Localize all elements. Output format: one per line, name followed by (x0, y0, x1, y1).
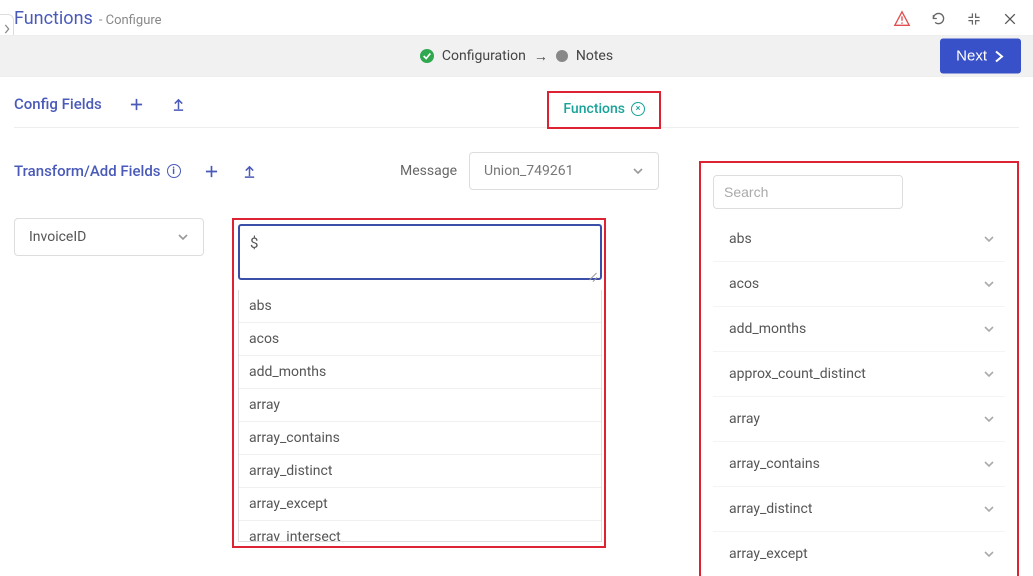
autocomplete-item[interactable]: array_contains (239, 422, 601, 455)
function-item[interactable]: array_distinct (713, 486, 1005, 531)
step-configuration-label[interactable]: Configuration (442, 48, 526, 64)
next-button-label: Next (956, 48, 987, 65)
function-item-label: add_months (729, 321, 806, 337)
expression-editor-highlight: absacosadd_monthsarrayarray_containsarra… (232, 218, 606, 548)
function-item[interactable]: add_months (713, 306, 1005, 351)
info-icon[interactable]: i (167, 164, 181, 178)
function-item[interactable]: approx_count_distinct (713, 351, 1005, 396)
step-arrow: → (534, 48, 548, 65)
step-notes-label[interactable]: Notes (576, 48, 613, 64)
field-select-value: InvoiceID (29, 229, 86, 245)
window-subtitle: - Configure (99, 13, 162, 28)
chevron-down-icon (983, 233, 995, 245)
close-icon[interactable] (1001, 10, 1019, 28)
add-transform-field-icon[interactable] (205, 164, 219, 178)
function-item-label: abs (729, 231, 752, 247)
function-item-label: array_except (729, 546, 808, 562)
field-select[interactable]: InvoiceID (14, 218, 204, 256)
collapse-icon[interactable] (965, 10, 983, 28)
chevron-down-icon (983, 503, 995, 515)
function-item[interactable]: acos (713, 261, 1005, 306)
function-item-label: acos (729, 276, 759, 292)
functions-tab[interactable]: Functions × (547, 91, 661, 129)
chevron-down-icon (983, 413, 995, 425)
autocomplete-list[interactable]: absacosadd_monthsarrayarray_containsarra… (238, 290, 602, 542)
step-bar: Configuration → Notes Next (0, 35, 1033, 77)
function-item-label: array_contains (729, 456, 820, 472)
titlebar: Functions - Configure (0, 0, 1033, 35)
expression-input[interactable] (238, 224, 602, 280)
config-fields-title: Config Fields (14, 95, 102, 113)
chevron-down-icon (983, 548, 995, 560)
autocomplete-item[interactable]: array_distinct (239, 455, 601, 488)
autocomplete-item[interactable]: acos (239, 323, 601, 356)
autocomplete-item[interactable]: abs (239, 290, 601, 323)
function-item-label: array (729, 411, 760, 427)
message-select-value: Union_749261 (484, 163, 573, 179)
functions-search-input[interactable] (713, 175, 903, 209)
function-item[interactable]: abs (713, 223, 1005, 261)
autocomplete-item[interactable]: array_except (239, 488, 601, 521)
transform-fields-title: Transform/Add Fields (14, 162, 161, 180)
upload-transform-icon[interactable] (243, 164, 257, 178)
chevron-down-icon (983, 323, 995, 335)
refresh-icon[interactable] (929, 10, 947, 28)
functions-panel: abs acos add_months approx_count_distinctar… (699, 161, 1019, 576)
chevron-down-icon (983, 368, 995, 380)
function-item[interactable]: array_except (713, 531, 1005, 576)
functions-list[interactable]: abs acos add_months approx_count_distinctar… (713, 223, 1005, 576)
function-item-label: approx_count_distinct (729, 366, 866, 382)
autocomplete-item[interactable]: array (239, 389, 601, 422)
function-item-label: array_distinct (729, 501, 812, 517)
next-button[interactable]: Next (940, 39, 1021, 74)
chevron-down-icon (983, 278, 995, 290)
warning-icon[interactable] (893, 10, 911, 28)
upload-config-icon[interactable] (172, 97, 186, 111)
autocomplete-item[interactable]: array_intersect (239, 521, 601, 542)
add-config-field-icon[interactable] (130, 97, 144, 111)
step-check-icon (420, 49, 434, 63)
functions-tab-close-icon[interactable]: × (631, 102, 645, 116)
message-select[interactable]: Union_749261 (469, 152, 659, 190)
function-item[interactable]: array_contains (713, 441, 1005, 486)
autocomplete-item[interactable]: add_months (239, 356, 601, 389)
chevron-down-icon (983, 458, 995, 470)
function-item[interactable]: array (713, 396, 1005, 441)
functions-tab-label: Functions (563, 101, 625, 117)
window-title: Functions (14, 8, 93, 29)
message-label: Message (400, 163, 457, 179)
step-dot-icon (556, 50, 568, 62)
